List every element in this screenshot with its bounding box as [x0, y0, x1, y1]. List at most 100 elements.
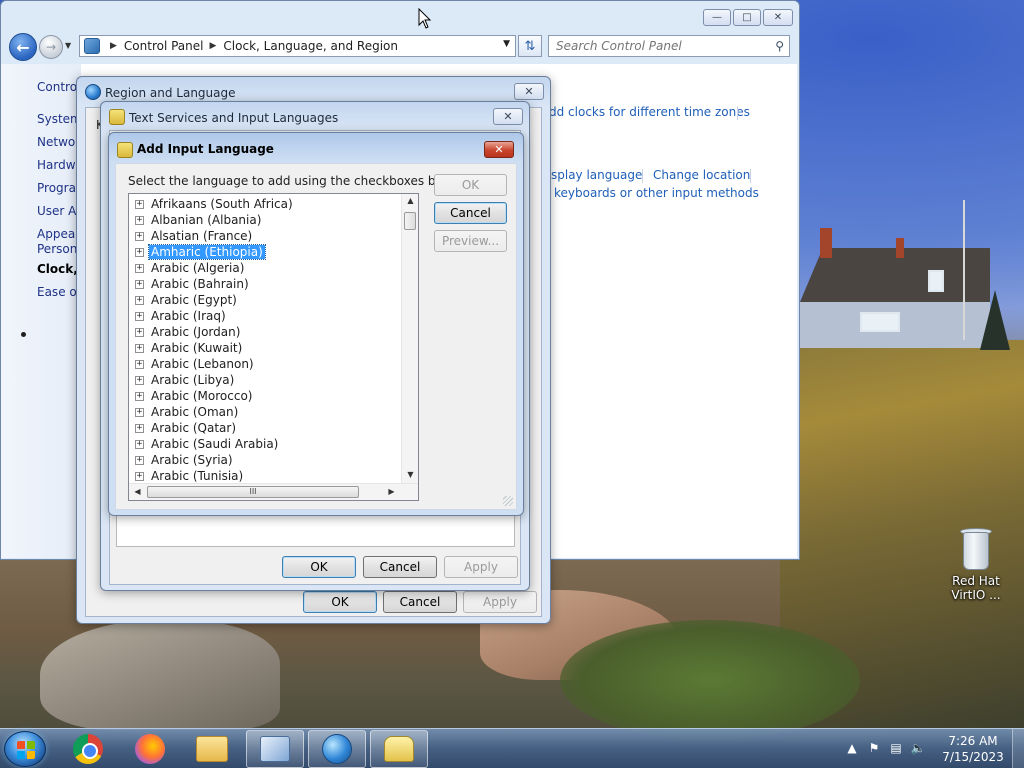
change-keyboards-link[interactable]: keyboards or other input methods: [554, 186, 759, 200]
expand-plus-icon[interactable]: +: [135, 359, 144, 369]
breadcrumb-control-panel[interactable]: Control Panel: [124, 39, 204, 53]
language-tree-item-label: Arabic (Saudi Arabia): [151, 437, 279, 451]
expand-plus-icon[interactable]: +: [135, 215, 144, 225]
change-location-link[interactable]: Change location: [653, 168, 750, 182]
text-services-close-button[interactable]: ✕: [493, 108, 523, 125]
language-tree-item[interactable]: + Afrikaans (South Africa): [135, 196, 295, 212]
language-tree-item[interactable]: + Arabic (Oman): [135, 404, 240, 420]
recycle-bin-shortcut[interactable]: Red Hat VirtIO ...: [946, 526, 1006, 602]
add-input-close-button[interactable]: ✕: [484, 141, 514, 158]
back-button[interactable]: ←: [9, 33, 37, 61]
expand-plus-icon[interactable]: +: [135, 231, 144, 241]
language-tree-item[interactable]: + Arabic (Saudi Arabia): [135, 436, 280, 452]
add-input-instruction: Select the language to add using the che…: [128, 174, 467, 188]
add-input-cancel-button[interactable]: Cancel: [434, 202, 507, 224]
language-tree-item[interactable]: + Alsatian (France): [135, 228, 254, 244]
taskbar-firefox[interactable]: [121, 730, 179, 768]
expand-plus-icon[interactable]: +: [135, 279, 144, 289]
breadcrumb-clock-language-region[interactable]: Clock, Language, and Region: [223, 39, 398, 53]
add-clocks-link[interactable]: dd clocks for different time zones: [549, 105, 750, 119]
language-tree-item[interactable]: + Arabic (Morocco): [135, 388, 254, 404]
vertical-scrollbar[interactable]: ▲ ▼: [401, 194, 418, 484]
search-box[interactable]: ⚲: [548, 35, 790, 57]
expand-plus-icon[interactable]: +: [135, 455, 144, 465]
display-language-link[interactable]: splay language: [551, 168, 642, 182]
expand-plus-icon[interactable]: +: [135, 263, 144, 273]
control-panel-icon: [84, 38, 100, 54]
network-icon[interactable]: ▤: [888, 740, 904, 756]
sidebar-item-network[interactable]: Networ: [37, 135, 80, 149]
show-hidden-icons-icon[interactable]: ▲: [844, 740, 860, 756]
taskbar-region-language[interactable]: [308, 730, 366, 768]
language-tree-item[interactable]: + Amharic (Ethiopia): [135, 244, 266, 260]
minimize-button[interactable]: —: [703, 9, 731, 26]
expand-plus-icon[interactable]: +: [135, 439, 144, 449]
horizontal-scrollbar[interactable]: ◀ III ▶: [129, 483, 418, 500]
recent-pages-dropdown[interactable]: ▼: [65, 41, 75, 51]
language-tree-item[interactable]: + Arabic (Lebanon): [135, 356, 256, 372]
sidebar-item-appearance[interactable]: Appear: [37, 227, 80, 241]
expand-plus-icon[interactable]: +: [135, 295, 144, 305]
language-tree-item[interactable]: + Albanian (Albania): [135, 212, 263, 228]
language-tree-item[interactable]: + Arabic (Algeria): [135, 260, 246, 276]
region-dialog-close-button[interactable]: ✕: [514, 83, 544, 100]
language-tree-item[interactable]: + Arabic (Tunisia): [135, 468, 245, 484]
refresh-button[interactable]: ⇅: [518, 35, 542, 57]
language-tree-item-label: Arabic (Libya): [151, 373, 235, 387]
language-tree-item[interactable]: + Arabic (Kuwait): [135, 340, 244, 356]
expand-plus-icon[interactable]: +: [135, 471, 144, 481]
volume-muted-icon[interactable]: 🔈: [910, 740, 926, 756]
forward-button[interactable]: →: [39, 35, 63, 59]
language-tree-item[interactable]: + Arabic (Egypt): [135, 292, 239, 308]
action-center-flag-icon[interactable]: ⚑: [866, 740, 882, 756]
search-icon[interactable]: ⚲: [775, 39, 784, 53]
expand-plus-icon[interactable]: +: [135, 343, 144, 353]
search-input[interactable]: [549, 36, 759, 56]
firefox-icon: [135, 734, 165, 764]
scroll-right-icon[interactable]: ▶: [383, 487, 400, 496]
scroll-left-icon[interactable]: ◀: [129, 487, 146, 496]
taskbar-control-panel[interactable]: [246, 730, 304, 768]
region-ok-button[interactable]: OK: [303, 591, 377, 613]
scroll-up-icon[interactable]: ▲: [402, 196, 418, 205]
address-bar[interactable]: ▶ Control Panel ▶ Clock, Language, and R…: [79, 35, 516, 57]
expand-plus-icon[interactable]: +: [135, 391, 144, 401]
language-tree-item[interactable]: + Arabic (Syria): [135, 452, 235, 468]
language-tree-item[interactable]: + Arabic (Iraq): [135, 308, 228, 324]
taskbar-clock[interactable]: 7:26 AM 7/15/2023: [938, 733, 1008, 765]
expand-plus-icon[interactable]: +: [135, 375, 144, 385]
text-services-ok-button[interactable]: OK: [282, 556, 356, 578]
start-button[interactable]: [4, 731, 46, 767]
show-desktop-button[interactable]: [1012, 729, 1024, 768]
language-tree-item[interactable]: + Arabic (Qatar): [135, 420, 238, 436]
resize-grip-icon[interactable]: [503, 496, 513, 506]
expand-plus-icon[interactable]: +: [135, 311, 144, 321]
window-titlebar[interactable]: [1, 1, 799, 31]
taskbar-explorer[interactable]: [183, 730, 241, 768]
vertical-scroll-thumb[interactable]: [404, 212, 416, 230]
close-button[interactable]: ✕: [763, 9, 793, 26]
sidebar-item-home[interactable]: Contro: [37, 80, 77, 94]
taskbar-text-services[interactable]: [370, 730, 428, 768]
expand-plus-icon[interactable]: +: [135, 199, 144, 209]
horizontal-scroll-thumb[interactable]: III: [147, 486, 359, 498]
sidebar-item-programs[interactable]: Progra: [37, 181, 76, 195]
region-cancel-button[interactable]: Cancel: [383, 591, 457, 613]
address-dropdown-icon[interactable]: ▼: [503, 39, 510, 49]
close-icon: ✕: [494, 143, 504, 156]
expand-plus-icon[interactable]: +: [135, 327, 144, 337]
expand-plus-icon[interactable]: +: [135, 247, 144, 257]
expand-plus-icon[interactable]: +: [135, 423, 144, 433]
expand-plus-icon[interactable]: +: [135, 407, 144, 417]
control-panel-sidebar: Contro System Networ Hardwa Progra User …: [1, 64, 86, 558]
language-tree-item[interactable]: + Arabic (Libya): [135, 372, 236, 388]
recycle-bin-icon: [959, 526, 993, 570]
language-tree-list[interactable]: + Afrikaans (South Africa) + Albanian (Alba…: [128, 193, 419, 501]
scroll-down-icon[interactable]: ▼: [402, 470, 418, 479]
text-services-cancel-button[interactable]: Cancel: [363, 556, 437, 578]
sidebar-item-ease-of-access[interactable]: Ease of: [37, 285, 81, 299]
language-tree-item[interactable]: + Arabic (Jordan): [135, 324, 242, 340]
taskbar-chrome[interactable]: [59, 730, 117, 768]
language-tree-item[interactable]: + Arabic (Bahrain): [135, 276, 251, 292]
maximize-button[interactable]: □: [733, 9, 761, 26]
